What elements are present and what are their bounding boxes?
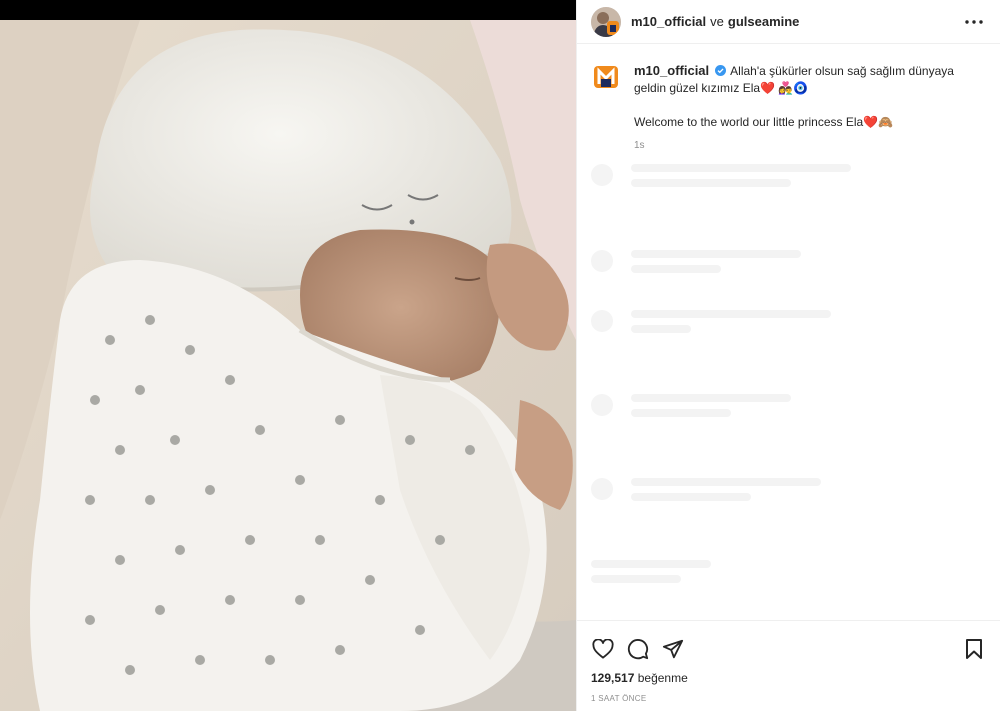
likes-label: beğenme	[637, 671, 688, 685]
faded-comment	[591, 250, 986, 280]
author-username[interactable]: m10_official	[631, 14, 706, 29]
owners-joiner: ve	[710, 14, 724, 29]
faded-comment	[591, 394, 986, 424]
caption-username[interactable]: m10_official	[634, 63, 709, 78]
faded-comment	[591, 478, 986, 508]
like-button[interactable]	[591, 637, 615, 661]
post-timestamp[interactable]: 1 SAAT ÖNCE	[577, 685, 1000, 703]
post-photo[interactable]	[0, 20, 576, 711]
caption-text-english: Welcome to the world our little princess…	[634, 115, 894, 129]
avatar-image	[591, 6, 621, 37]
post-actions-area: 129,517 beğenme 1 SAAT ÖNCE	[577, 620, 1000, 711]
caption-body: m10_official Allah'a şükürler olsun sağ …	[634, 62, 964, 154]
faded-comment	[591, 164, 986, 194]
heart-icon	[592, 639, 614, 659]
likes-count[interactable]: 129,517 beğenme	[577, 665, 1000, 685]
comment-icon	[627, 639, 649, 660]
more-horizontal-icon	[965, 19, 983, 24]
top-black-strip	[0, 0, 576, 20]
collaborator-username[interactable]: gulseamine	[728, 14, 800, 29]
bookmark-icon	[966, 639, 982, 659]
comments-section: m10_official Allah'a şükürler olsun sağ …	[577, 52, 1000, 620]
verified-badge-icon	[714, 65, 726, 76]
caption-time: 1s	[634, 140, 645, 151]
likes-number: 129,517	[591, 671, 635, 685]
caption-avatar[interactable]	[591, 62, 621, 92]
author-avatar[interactable]	[591, 6, 621, 37]
post-header: m10_official ve gulseamine	[577, 0, 1000, 44]
action-bar	[577, 621, 1000, 665]
faded-comment	[591, 560, 986, 590]
share-button[interactable]	[661, 637, 685, 661]
comment-button[interactable]	[626, 637, 650, 661]
faded-comment	[591, 310, 986, 340]
share-icon	[662, 639, 684, 659]
caption: m10_official Allah'a şükürler olsun sağ …	[577, 52, 1000, 154]
post-details-panel: m10_official ve gulseamine m10_official	[576, 0, 1000, 711]
newborn-photo-illustration	[0, 20, 576, 711]
m10-logo-icon	[594, 66, 618, 88]
post-owners: m10_official ve gulseamine	[631, 14, 799, 29]
save-button[interactable]	[962, 637, 986, 661]
more-options-button[interactable]	[962, 10, 986, 34]
